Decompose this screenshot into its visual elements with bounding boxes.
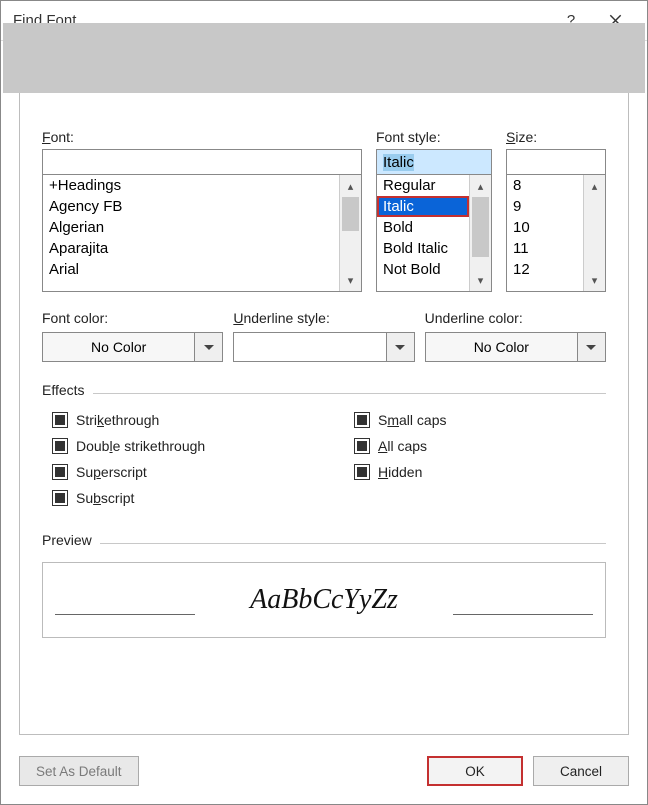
checkbox-small-caps[interactable]: Small caps (354, 412, 606, 428)
size-listbox[interactable]: 8 9 10 11 12 ▴ ▾ (506, 174, 606, 292)
underline-color-combo[interactable]: No Color (425, 332, 606, 362)
list-item[interactable]: Bold Italic (377, 238, 469, 259)
scroll-up-icon[interactable]: ▴ (470, 175, 491, 197)
font-label: Font: (42, 129, 362, 145)
scroll-down-icon[interactable]: ▾ (340, 269, 361, 291)
scroll-up-icon[interactable]: ▴ (340, 175, 361, 197)
font-listbox[interactable]: +Headings Agency FB Algerian Aparajita A… (42, 174, 362, 292)
scrollbar[interactable]: ▴ ▾ (469, 175, 491, 291)
effects-group: Strikethrough Double strikethrough Super… (42, 412, 606, 506)
checkbox-strikethrough[interactable]: Strikethrough (52, 412, 304, 428)
checkbox-hidden[interactable]: Hidden (354, 464, 606, 480)
list-item[interactable]: 11 (507, 238, 583, 259)
size-label: Size: (506, 129, 606, 145)
font-input[interactable] (42, 149, 362, 175)
font-color-label: Font color: (42, 310, 223, 326)
size-input[interactable] (506, 149, 606, 175)
list-item[interactable]: 10 (507, 217, 583, 238)
list-item[interactable]: Agency FB (43, 196, 339, 217)
list-item[interactable]: Aparajita (43, 238, 339, 259)
list-item[interactable]: Regular (377, 175, 469, 196)
chevron-down-icon[interactable] (578, 332, 606, 362)
underline-style-label: Underline style: (233, 310, 414, 326)
chevron-down-icon[interactable] (195, 332, 223, 362)
list-item[interactable]: Bold (377, 217, 469, 238)
scroll-down-icon[interactable]: ▾ (584, 269, 605, 291)
list-item[interactable]: 8 (507, 175, 583, 196)
list-item[interactable]: Algerian (43, 217, 339, 238)
scroll-down-icon[interactable]: ▾ (470, 269, 491, 291)
font-style-input[interactable]: Italic (376, 149, 492, 175)
list-item[interactable]: +Headings (43, 175, 339, 196)
chevron-down-icon[interactable] (387, 332, 415, 362)
tab-panel-font: Font: +Headings Agency FB Algerian Apara… (19, 91, 629, 735)
checkbox-double-strikethrough[interactable]: Double strikethrough (52, 438, 304, 454)
checkbox-subscript[interactable]: Subscript (52, 490, 304, 506)
scroll-up-icon[interactable]: ▴ (584, 175, 605, 197)
cancel-button[interactable]: Cancel (533, 756, 629, 786)
font-style-listbox[interactable]: Regular Italic Bold Bold Italic Not Bold… (376, 174, 492, 292)
underline-color-label: Underline color: (425, 310, 606, 326)
preview-text: AaBbCcYyZz (250, 584, 398, 616)
effects-label: Effects (42, 382, 85, 398)
scrollbar[interactable]: ▴ ▾ (583, 175, 605, 291)
font-color-combo[interactable]: No Color (42, 332, 223, 362)
list-item[interactable]: Italic (377, 196, 469, 217)
underline-style-combo[interactable] (233, 332, 414, 362)
list-item[interactable]: Arial (43, 259, 339, 280)
set-as-default-button[interactable]: Set As Default (19, 756, 139, 786)
find-font-dialog: Find Font ? Font Advanced Font: +Heading… (0, 0, 648, 805)
checkbox-all-caps[interactable]: All caps (354, 438, 606, 454)
scrollbar[interactable]: ▴ ▾ (339, 175, 361, 291)
ok-button[interactable]: OK (427, 756, 523, 786)
list-item[interactable]: 9 (507, 196, 583, 217)
preview-box: AaBbCcYyZz (42, 562, 606, 638)
checkbox-superscript[interactable]: Superscript (52, 464, 304, 480)
font-style-label: Font style: (376, 129, 492, 145)
list-item[interactable]: 12 (507, 259, 583, 280)
preview-label: Preview (42, 532, 92, 548)
list-item[interactable]: Not Bold (377, 259, 469, 280)
